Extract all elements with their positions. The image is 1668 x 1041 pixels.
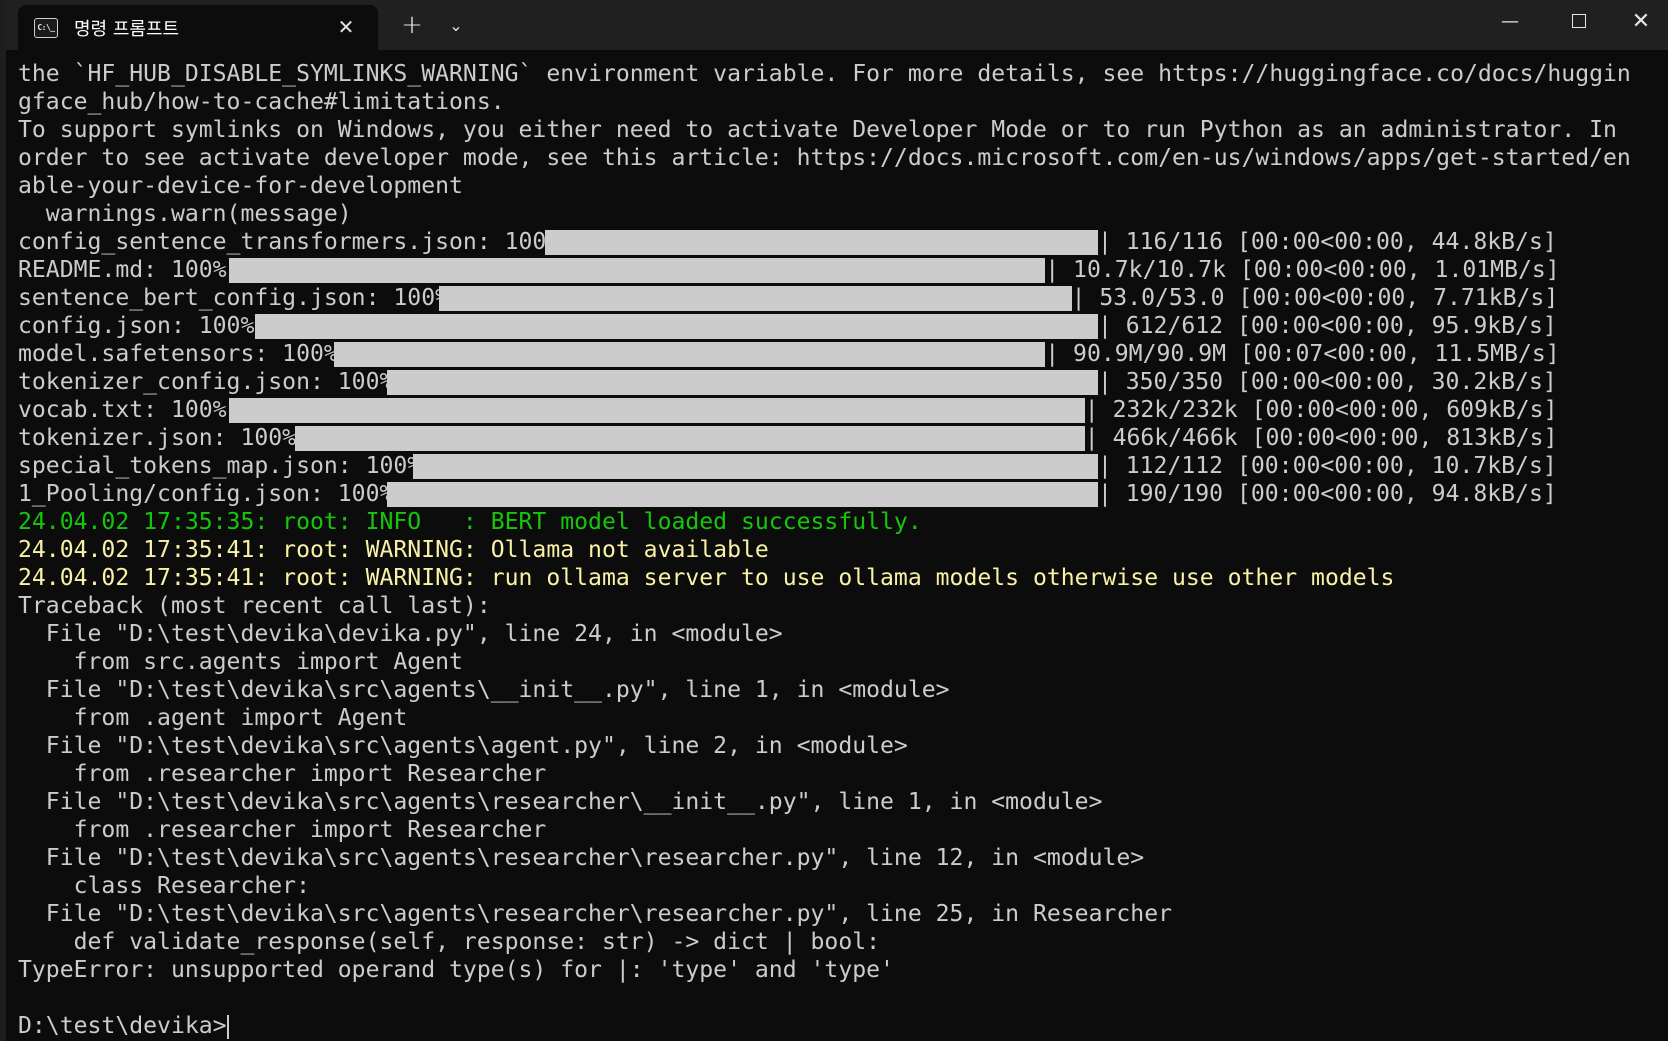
console-line: gface_hub/how-to-cache#limitations.	[18, 89, 505, 115]
terminal-window: C:\_ 명령 프롬프트 ✕ + ⌄ — ✕ the `HF_HUB_DISAB…	[6, 0, 1668, 1041]
download-stats: | 466k/466k [00:00<00:00, 813kB/s]	[1084, 425, 1558, 451]
download-progress-row: tokenizer.json: 100%| | 466k/466k [00:00<…	[18, 424, 1658, 452]
download-label: special_tokens_map.json: 100%|	[18, 453, 436, 479]
text-cursor	[226, 1014, 229, 1039]
maximize-icon	[1572, 14, 1586, 28]
progress-bar-fill	[413, 454, 1098, 479]
traceback-line: File "D:\test\devika\devika.py", line 24…	[18, 621, 783, 647]
download-label: README.md: 100%|	[18, 257, 241, 283]
new-tab-button[interactable]: +	[390, 0, 434, 50]
traceback-line: File "D:\test\devika\src\agents\agent.py…	[18, 733, 908, 759]
traceback-line: from .agent import Agent	[18, 705, 408, 731]
traceback-line: def validate_response(self, response: st…	[18, 929, 881, 955]
progress-bar-fill	[228, 258, 1046, 283]
traceback-line: class Researcher:	[18, 873, 310, 899]
traceback-line: from .researcher import Researcher	[18, 761, 547, 787]
download-label: sentence_bert_config.json: 100%|	[18, 285, 463, 311]
tab-command-prompt[interactable]: C:\_ 명령 프롬프트 ✕	[18, 5, 378, 50]
close-tab-icon[interactable]: ✕	[334, 15, 358, 39]
chevron-down-icon[interactable]: ⌄	[434, 0, 478, 50]
download-progress-row: README.md: 100%| | 10.7k/10.7k [00:00<00:…	[18, 256, 1658, 284]
maximize-button[interactable]	[1545, 0, 1613, 42]
close-window-button[interactable]: ✕	[1614, 0, 1668, 42]
progress-bar-fill	[439, 286, 1072, 311]
download-progress-row: special_tokens_map.json: 100%| | 112/112 …	[18, 452, 1658, 480]
traceback-line: File "D:\test\devika\src\agents\research…	[18, 789, 1103, 815]
traceback-line: File "D:\test\devika\src\agents\research…	[18, 845, 1145, 871]
download-progress-row: vocab.txt: 100%| | 232k/232k [00:00<00:00…	[18, 396, 1658, 424]
traceback-line: Traceback (most recent call last):	[18, 593, 491, 619]
traceback-line: File "D:\test\devika\src\agents\__init__…	[18, 677, 950, 703]
prompt-path: D:\test\devika>	[18, 1013, 227, 1039]
terminal-icon: C:\_	[34, 17, 58, 38]
traceback-line: from .researcher import Researcher	[18, 817, 547, 843]
console-line: warnings.warn(message)	[18, 201, 352, 227]
log-line: 24.04.02 17:35:41: root: WARNING: run ol…	[18, 565, 1395, 591]
progress-bar-fill	[386, 482, 1098, 507]
download-label: vocab.txt: 100%|	[18, 397, 241, 423]
download-stats: | 112/112 [00:00<00:00, 10.7kB/s]	[1097, 453, 1557, 479]
command-prompt-line[interactable]: D:\test\devika>	[18, 1012, 1658, 1040]
download-stats: | 90.9M/90.9M [00:07<00:00, 11.5MB/s]	[1045, 341, 1560, 367]
download-stats: | 350/350 [00:00<00:00, 30.2kB/s]	[1097, 369, 1557, 395]
download-stats: | 232k/232k [00:00<00:00, 609kB/s]	[1084, 397, 1558, 423]
download-progress-row: sentence_bert_config.json: 100%| | 53.0/5…	[18, 284, 1658, 312]
progress-bar-fill	[228, 398, 1085, 423]
progress-bar-fill	[255, 314, 1098, 339]
progress-bar-fill	[386, 370, 1098, 395]
tab-title: 명령 프롬프트	[74, 18, 180, 40]
download-stats: | 612/612 [00:00<00:00, 95.9kB/s]	[1097, 313, 1557, 339]
traceback-line: File "D:\test\devika\src\agents\research…	[18, 901, 1172, 927]
download-label: tokenizer_config.json: 100%|	[18, 369, 408, 395]
progress-bar-fill	[294, 426, 1085, 451]
console-line: the `HF_HUB_DISABLE_SYMLINKS_WARNING` en…	[18, 61, 1631, 87]
download-progress-row: 1_Pooling/config.json: 100%| | 190/190 [0…	[18, 480, 1658, 508]
progress-bar-fill	[544, 230, 1098, 255]
log-line: 24.04.02 17:35:41: root: WARNING: Ollama…	[18, 537, 769, 563]
title-bar[interactable]: C:\_ 명령 프롬프트 ✕ + ⌄ — ✕	[6, 0, 1668, 50]
download-progress-row: config.json: 100%| | 612/612 [00:00<00:00…	[18, 312, 1658, 340]
download-progress-row: model.safetensors: 100%| | 90.9M/90.9M [0…	[18, 340, 1658, 368]
download-stats: | 53.0/53.0 [00:00<00:00, 7.71kB/s]	[1071, 285, 1559, 311]
download-progress-row: config_sentence_transformers.json: 100%|…	[18, 228, 1658, 256]
download-label: model.safetensors: 100%|	[18, 341, 352, 367]
traceback-line	[18, 984, 1658, 1012]
minimize-button[interactable]: —	[1476, 0, 1544, 42]
console-line: order to see activate developer mode, se…	[18, 145, 1631, 171]
download-progress-row: tokenizer_config.json: 100%| | 350/350 [0…	[18, 368, 1658, 396]
download-label: config_sentence_transformers.json: 100%|	[18, 229, 575, 255]
log-line: 24.04.02 17:35:35: root: INFO : BERT mod…	[18, 509, 922, 535]
download-stats: | 190/190 [00:00<00:00, 94.8kB/s]	[1097, 481, 1557, 507]
download-label: 1_Pooling/config.json: 100%|	[18, 481, 408, 507]
download-stats: | 116/116 [00:00<00:00, 44.8kB/s]	[1097, 229, 1557, 255]
console-output[interactable]: the `HF_HUB_DISABLE_SYMLINKS_WARNING` en…	[18, 60, 1658, 1040]
console-line: able-your-device-for-development	[18, 173, 463, 199]
download-label: tokenizer.json: 100%|	[18, 425, 310, 451]
traceback-line: from src.agents import Agent	[18, 649, 463, 675]
progress-bar-fill	[334, 342, 1046, 367]
traceback-line: TypeError: unsupported operand type(s) f…	[18, 957, 894, 983]
download-label: config.json: 100%|	[18, 313, 269, 339]
console-line: To support symlinks on Windows, you eith…	[18, 117, 1617, 143]
download-stats: | 10.7k/10.7k [00:00<00:00, 1.01MB/s]	[1045, 257, 1560, 283]
